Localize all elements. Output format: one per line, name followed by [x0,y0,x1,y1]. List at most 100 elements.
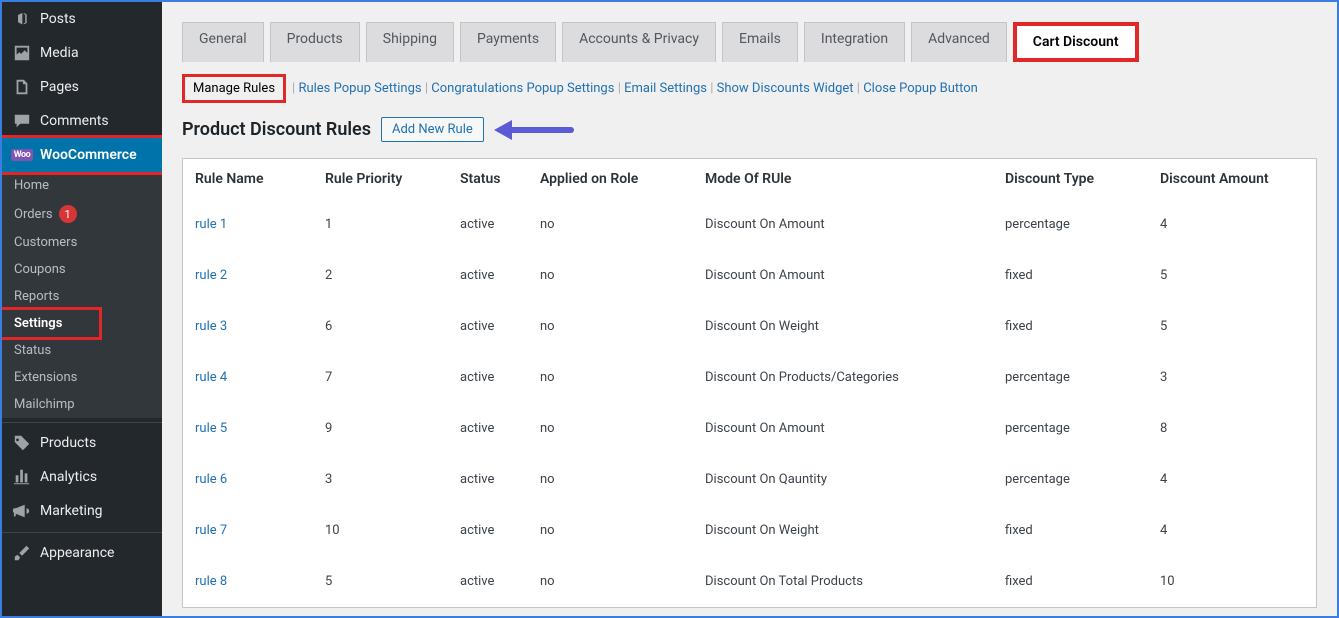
rule-mode-cell: Discount On Amount [705,268,1005,283]
sidebar-item-pages[interactable]: Pages [2,70,162,104]
subnav-manage-rules[interactable]: Manage Rules [182,74,286,103]
sidebar-item-marketing[interactable]: Marketing [2,494,162,528]
table-header-cell: Rule Priority [325,171,460,187]
rule-priority-cell: 9 [325,421,460,436]
rule-role-cell: no [540,574,705,589]
sidebar-subitem-label: Coupons [14,262,66,277]
rule-role-cell: no [540,268,705,283]
tab-emails[interactable]: Emails [722,22,798,62]
rule-status-cell: active [460,421,540,436]
sidebar-item-comments[interactable]: Comments [2,104,162,138]
sidebar-item-label: Marketing [40,503,103,519]
table-row[interactable]: rule 1 1 active no Discount On Amount pe… [183,199,1316,250]
rule-name-cell[interactable]: rule 2 [195,268,325,283]
rule-name-cell[interactable]: rule 7 [195,523,325,538]
sidebar-item-label: WooCommerce [40,147,137,163]
rule-discount-amount-cell: 5 [1160,319,1300,334]
tab-cart-discount[interactable]: Cart Discount [1013,22,1139,62]
table-row[interactable]: rule 6 3 active no Discount On Qauntity … [183,454,1316,505]
admin-sidebar: Posts Media Pages Comments Woo WooCommer… [2,2,162,616]
sidebar-item-posts[interactable]: Posts [2,2,162,36]
sidebar-subitem-orders[interactable]: Orders 1 [2,199,162,229]
rule-role-cell: no [540,370,705,385]
table-header-cell: Mode Of RUle [705,171,1005,187]
settings-tabs: GeneralProductsShippingPaymentsAccounts … [182,2,1317,62]
rule-name-cell[interactable]: rule 5 [195,421,325,436]
sidebar-subitem-status[interactable]: Status [2,337,162,364]
rule-mode-cell: Discount On Total Products [705,574,1005,589]
table-row[interactable]: rule 8 5 active no Discount On Total Pro… [183,556,1316,607]
tab-accounts-privacy[interactable]: Accounts & Privacy [562,22,716,62]
sidebar-subitem-coupons[interactable]: Coupons [2,256,162,283]
rule-status-cell: active [460,319,540,334]
table-row[interactable]: rule 3 6 active no Discount On Weight fi… [183,301,1316,352]
rule-discount-amount-cell: 10 [1160,574,1300,589]
rule-name-cell[interactable]: rule 6 [195,472,325,487]
comment-icon [12,111,32,131]
main-content: GeneralProductsShippingPaymentsAccounts … [162,2,1337,616]
add-new-rule-button[interactable]: Add New Rule [381,117,484,142]
sidebar-subitem-label: Reports [14,289,59,304]
table-row[interactable]: rule 4 7 active no Discount On Products/… [183,352,1316,403]
tab-integration[interactable]: Integration [804,22,905,62]
page-icon [12,77,32,97]
rule-mode-cell: Discount On Products/Categories [705,370,1005,385]
tab-shipping[interactable]: Shipping [366,22,454,62]
sidebar-item-analytics[interactable]: Analytics [2,460,162,494]
rule-discount-type-cell: fixed [1005,523,1160,538]
subnav-link-congratulations-popup-settings[interactable]: Congratulations Popup Settings [431,81,614,96]
rule-priority-cell: 1 [325,217,460,232]
table-row[interactable]: rule 5 9 active no Discount On Amount pe… [183,403,1316,454]
tab-general[interactable]: General [182,22,264,62]
rule-name-cell[interactable]: rule 4 [195,370,325,385]
sidebar-subitem-extensions[interactable]: Extensions [2,364,162,391]
sidebar-item-products[interactable]: Products [2,422,162,460]
rule-name-cell[interactable]: rule 1 [195,217,325,232]
sidebar-subitem-settings[interactable]: Settings [2,310,162,337]
sidebar-subitem-mailchimp[interactable]: Mailchimp [2,391,162,418]
table-row[interactable]: rule 2 2 active no Discount On Amount fi… [183,250,1316,301]
rule-discount-amount-cell: 5 [1160,268,1300,283]
rule-status-cell: active [460,217,540,232]
rule-discount-amount-cell: 4 [1160,472,1300,487]
sidebar-subitem-reports[interactable]: Reports [2,283,162,310]
sidebar-subitem-label: Extensions [14,370,77,385]
rule-status-cell: active [460,574,540,589]
sidebar-subitem-customers[interactable]: Customers [2,229,162,256]
subnav-link-show-discounts-widget[interactable]: Show Discounts Widget [717,81,854,96]
sidebar-item-media[interactable]: Media [2,36,162,70]
sidebar-item-appearance[interactable]: Appearance [2,532,162,570]
sidebar-subitem-label: Orders [14,207,53,222]
rule-discount-amount-cell: 8 [1160,421,1300,436]
table-header-cell: Applied on Role [540,171,705,187]
table-header-cell: Discount Amount [1160,171,1300,187]
rule-mode-cell: Discount On Amount [705,421,1005,436]
subnav-link-rules-popup-settings[interactable]: Rules Popup Settings [298,81,421,96]
sidebar-item-woocommerce[interactable]: Woo WooCommerce [2,138,162,172]
rule-mode-cell: Discount On Weight [705,523,1005,538]
sidebar-subitem-label: Status [14,343,51,358]
sidebar-subitem-home[interactable]: Home [2,172,162,199]
subnav-link-close-popup-button[interactable]: Close Popup Button [863,81,978,96]
sidebar-item-label: Media [40,45,79,61]
sidebar-subitem-label: Customers [14,235,77,250]
rule-mode-cell: Discount On Amount [705,217,1005,232]
tab-payments[interactable]: Payments [460,22,556,62]
rule-priority-cell: 3 [325,472,460,487]
rule-discount-amount-cell: 4 [1160,523,1300,538]
sidebar-subitem-label: Home [14,178,49,193]
subnav-link-email-settings[interactable]: Email Settings [624,81,707,96]
media-icon [12,43,32,63]
rule-discount-type-cell: percentage [1005,217,1160,232]
rule-discount-type-cell: fixed [1005,268,1160,283]
woocommerce-icon: Woo [12,145,32,165]
table-row[interactable]: rule 7 10 active no Discount On Weight f… [183,505,1316,556]
arrow-annotation [494,118,574,142]
rule-name-cell[interactable]: rule 3 [195,319,325,334]
tab-products[interactable]: Products [270,22,360,62]
sidebar-item-label: Analytics [40,469,97,485]
tab-advanced[interactable]: Advanced [911,22,1007,62]
rule-priority-cell: 5 [325,574,460,589]
rule-name-cell[interactable]: rule 8 [195,574,325,589]
sidebar-item-label: Pages [40,79,79,95]
